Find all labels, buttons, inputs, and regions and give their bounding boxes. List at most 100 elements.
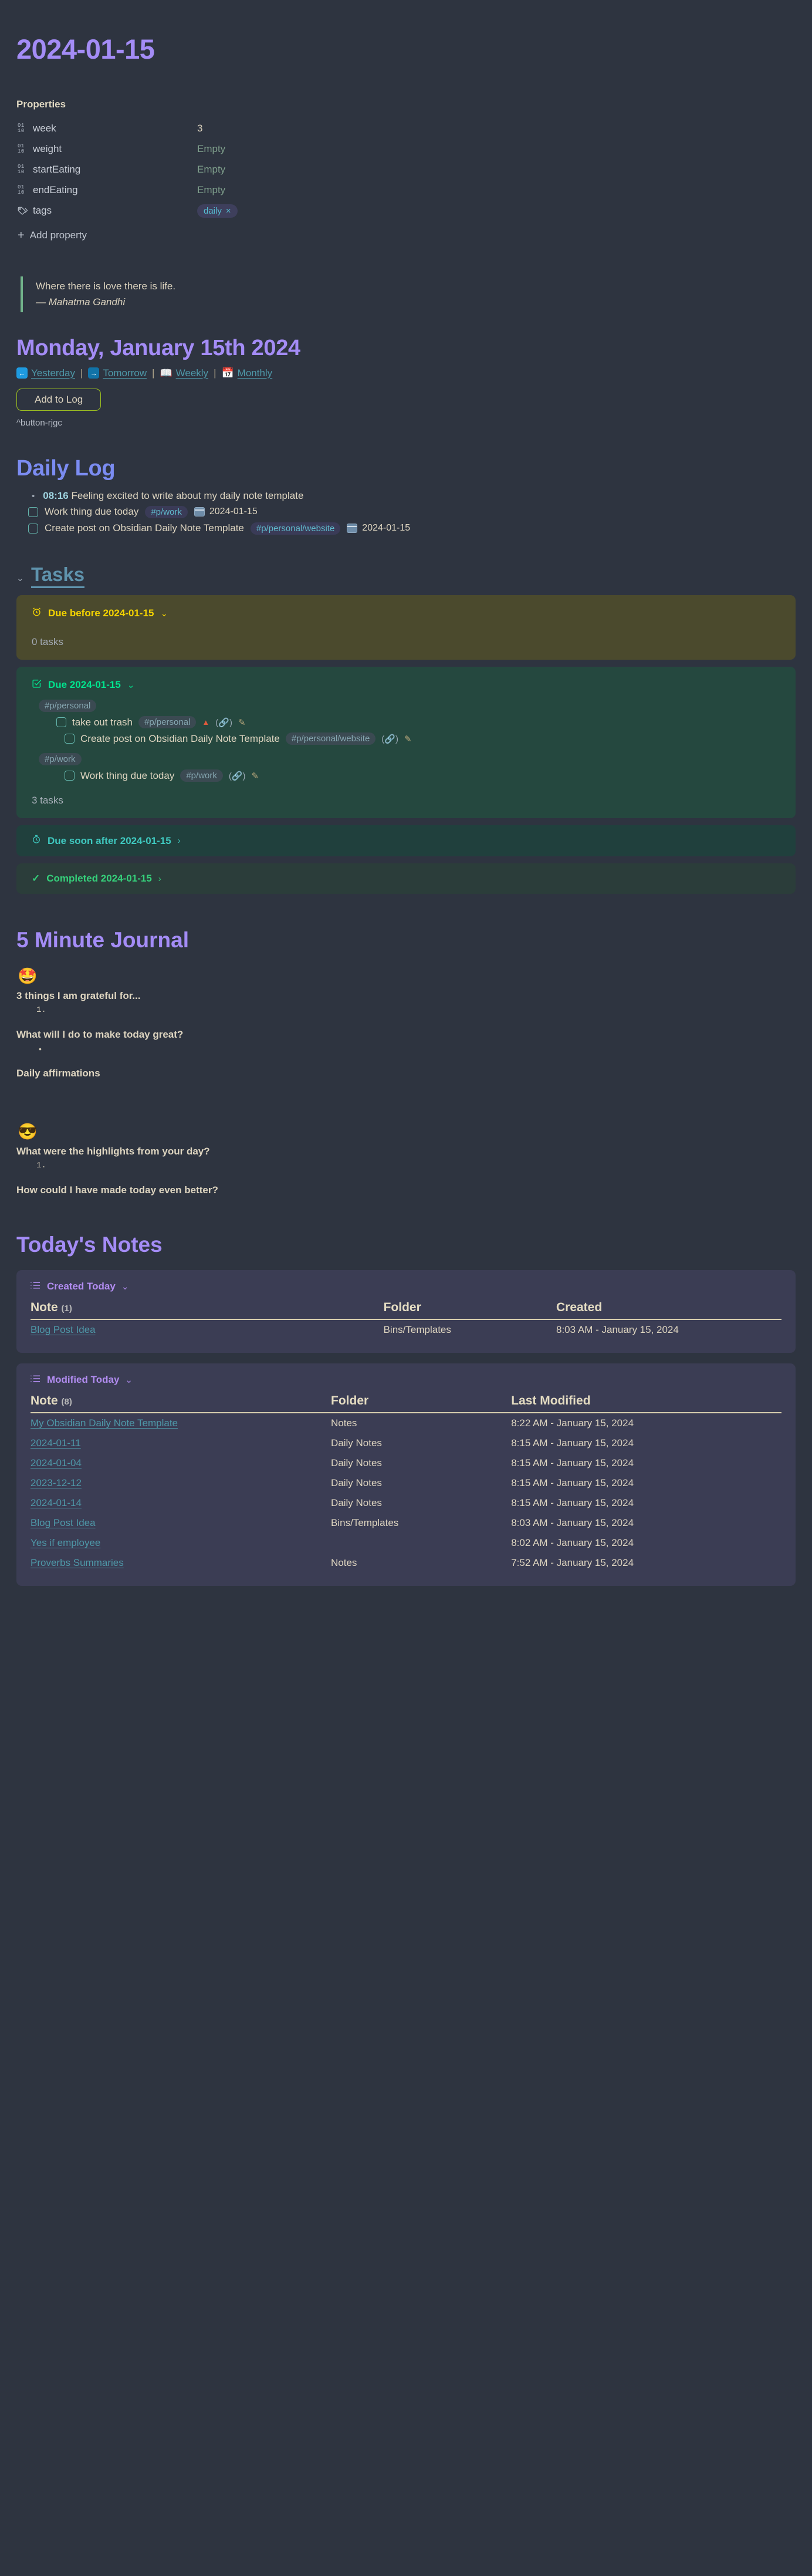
- journal-answer-1[interactable]: 1.: [36, 1005, 796, 1015]
- column-header-folder[interactable]: Folder: [331, 1392, 512, 1414]
- column-header-note[interactable]: Note (1): [31, 1298, 384, 1321]
- chevron-right-icon[interactable]: ›: [178, 836, 181, 846]
- button-block-reference: ^button-rjgc: [16, 417, 62, 428]
- log-entry-text: Feeling excited to write about my daily …: [71, 489, 304, 501]
- table-row: 2024-01-11 Daily Notes 8:15 AM - January 1…: [31, 1433, 781, 1453]
- arrow-left-icon: ←: [16, 367, 28, 379]
- modified-today-header[interactable]: Modified Today ⌄: [31, 1374, 781, 1386]
- edit-pencil-icon[interactable]: ✎: [404, 734, 412, 744]
- note-link[interactable]: 2024-01-11: [31, 1437, 81, 1449]
- chevron-down-icon[interactable]: ⌄: [125, 1375, 133, 1385]
- link-icon[interactable]: (🔗): [229, 771, 246, 781]
- log-entry-time: 08:16: [43, 489, 69, 501]
- task-item[interactable]: Work thing due today #p/work 2024-01-15: [28, 505, 796, 518]
- property-value[interactable]: Empty: [197, 143, 225, 155]
- daily-log-heading: Daily Log: [16, 455, 116, 481]
- column-header-last-modified[interactable]: Last Modified: [511, 1392, 781, 1414]
- group-tag[interactable]: #p/personal: [39, 700, 97, 713]
- task-tag[interactable]: #p/work: [180, 769, 223, 782]
- task-tag[interactable]: #p/personal: [138, 716, 197, 729]
- journal-question-1: 3 things I am grateful for...: [16, 990, 141, 1001]
- table-row: Blog Post Idea Bins/Templates 8:03 AM - …: [31, 1319, 781, 1340]
- edit-pencil-icon[interactable]: ✎: [252, 771, 259, 781]
- daily-log-section: Daily Log • 08:16 Feeling excited to wri…: [16, 456, 796, 535]
- link-icon[interactable]: (🔗): [215, 717, 232, 728]
- chevron-down-icon[interactable]: ⌄: [127, 680, 135, 690]
- date-cell: 8:02 AM - January 15, 2024: [511, 1537, 634, 1549]
- note-link[interactable]: Proverbs Summaries: [31, 1557, 124, 1568]
- property-row-tags[interactable]: tags daily ×: [16, 201, 796, 221]
- link-icon[interactable]: (🔗): [381, 734, 398, 744]
- add-to-log-button[interactable]: Add to Log: [16, 388, 102, 411]
- edit-pencil-icon[interactable]: ✎: [238, 717, 246, 728]
- note-link[interactable]: Blog Post Idea: [31, 1517, 96, 1528]
- list-icon: [31, 1374, 41, 1386]
- card-header-due[interactable]: Due 2024-01-15 ⌄: [32, 678, 780, 691]
- nav-link-monthly[interactable]: 📅 Monthly: [221, 367, 272, 379]
- task-row[interactable]: Work thing due today #p/work (🔗) ✎: [65, 769, 780, 782]
- table-row: 2024-01-04 Daily Notes 8:15 AM - January 1…: [31, 1453, 781, 1473]
- note-link[interactable]: 2024-01-14: [31, 1497, 82, 1508]
- column-label: Note: [31, 1394, 58, 1408]
- chevron-down-icon[interactable]: ⌄: [160, 608, 168, 619]
- note-link[interactable]: Blog Post Idea: [31, 1324, 96, 1335]
- property-row-weight[interactable]: 01 10 weight Empty: [16, 139, 796, 160]
- checkbox[interactable]: [28, 507, 38, 517]
- calendar-icon: 📅: [221, 367, 234, 379]
- tasks-heading-row[interactable]: ⌄ Tasks: [16, 563, 796, 589]
- note-link[interactable]: 2024-01-04: [31, 1457, 82, 1468]
- task-tag[interactable]: #p/work: [145, 505, 188, 518]
- tasks-card-due-soon[interactable]: Due soon after 2024-01-15 ›: [16, 825, 796, 857]
- property-key: endEating: [33, 184, 78, 196]
- nav-link-tomorrow[interactable]: → Tomorrow: [88, 367, 147, 379]
- close-icon[interactable]: ×: [226, 206, 231, 216]
- checkbox[interactable]: [65, 734, 75, 744]
- chevron-right-icon[interactable]: ›: [158, 874, 161, 884]
- task-item[interactable]: Create post on Obsidian Daily Note Templ…: [28, 522, 796, 535]
- chevron-down-icon[interactable]: ⌄: [121, 1281, 129, 1292]
- add-property-button[interactable]: + Add property: [16, 229, 796, 241]
- note-link[interactable]: My Obsidian Daily Note Template: [31, 1417, 178, 1429]
- nav-link-weekly[interactable]: 📖 Weekly: [160, 367, 208, 379]
- property-value[interactable]: Empty: [197, 184, 225, 196]
- folder-cell: Daily Notes: [331, 1477, 382, 1489]
- tasks-card-completed[interactable]: ✓ Completed 2024-01-15 ›: [16, 863, 796, 894]
- journal-answer-2[interactable]: •: [39, 1044, 796, 1054]
- card-title: Due before 2024-01-15: [48, 607, 154, 619]
- property-key: tags: [33, 205, 52, 217]
- column-header-folder[interactable]: Folder: [383, 1298, 556, 1321]
- property-row-endEating[interactable]: 01 10 endEating Empty: [16, 180, 796, 201]
- task-row[interactable]: take out trash #p/personal ▲ (🔗) ✎: [56, 716, 780, 729]
- property-row-startEating[interactable]: 01 10 startEating Empty: [16, 160, 796, 180]
- task-count: 0 tasks: [32, 636, 63, 648]
- checkbox[interactable]: [28, 523, 38, 534]
- task-tag[interactable]: #p/personal/website: [285, 732, 376, 745]
- created-today-header[interactable]: Created Today ⌄: [31, 1281, 781, 1292]
- group-tag[interactable]: #p/work: [39, 753, 82, 766]
- checkbox[interactable]: [56, 717, 66, 728]
- card-header-completed[interactable]: ✓ Completed 2024-01-15 ›: [32, 873, 780, 884]
- note-link[interactable]: 2023-12-12: [31, 1477, 82, 1488]
- column-header-created[interactable]: Created: [556, 1298, 781, 1321]
- card-header-overdue[interactable]: Due before 2024-01-15 ⌄: [32, 607, 780, 620]
- journal-answer-4[interactable]: 1.: [36, 1161, 796, 1170]
- tag-chip-daily[interactable]: daily ×: [197, 204, 238, 218]
- note-link[interactable]: Yes if employee: [31, 1537, 100, 1548]
- nav-link-yesterday[interactable]: ← Yesterday: [16, 367, 75, 379]
- checkbox[interactable]: [65, 771, 75, 781]
- note-cell: Proverbs Summaries: [31, 1553, 331, 1573]
- task-group-header: #p/personal: [39, 700, 780, 713]
- notes-heading: Today's Notes: [16, 1232, 163, 1257]
- property-value[interactable]: 3: [197, 123, 202, 134]
- add-property-label: Add property: [29, 229, 87, 241]
- property-key: week: [33, 123, 56, 134]
- task-tag[interactable]: #p/personal/website: [250, 522, 341, 535]
- chevron-down-icon[interactable]: ⌄: [16, 573, 24, 583]
- column-header-note[interactable]: Note (8): [31, 1392, 331, 1414]
- property-row-week[interactable]: 01 10 week 3: [16, 119, 796, 139]
- nav-separator: |: [214, 367, 216, 379]
- task-row[interactable]: Create post on Obsidian Daily Note Templ…: [65, 732, 780, 745]
- folder-cell: [331, 1533, 511, 1553]
- card-header-due-soon[interactable]: Due soon after 2024-01-15 ›: [32, 835, 780, 847]
- property-value[interactable]: Empty: [197, 164, 225, 175]
